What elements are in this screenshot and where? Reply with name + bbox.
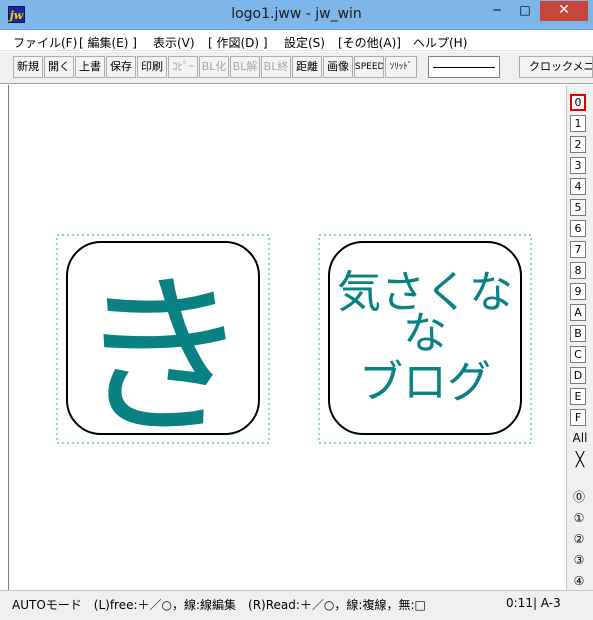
block-release-button[interactable]: BL解 xyxy=(230,56,260,78)
distance-button[interactable]: 距離 xyxy=(292,56,322,78)
clock-menu-button[interactable]: クロックメニ xyxy=(519,56,593,78)
layer-3-button[interactable]: 3 xyxy=(570,157,586,174)
status-scale[interactable]: 0:11| A-3 xyxy=(506,596,561,610)
left-logo-glyph: き xyxy=(76,257,251,460)
image-button[interactable]: 画像 xyxy=(323,56,353,78)
menu-other[interactable]: [その他(A)] xyxy=(338,34,401,51)
save-button[interactable]: 保存 xyxy=(106,56,136,78)
layer-c-button[interactable]: C xyxy=(570,346,586,363)
layer-a-button[interactable]: A xyxy=(570,304,586,321)
overwrite-button[interactable]: 上書 xyxy=(75,56,105,78)
group-1-button[interactable]: ① xyxy=(570,509,588,527)
line-type-preview[interactable] xyxy=(428,56,500,78)
layer-e-button[interactable]: E xyxy=(570,388,586,405)
block-create-button[interactable]: BL化 xyxy=(199,56,229,78)
menu-settings[interactable]: 設定(S) xyxy=(284,34,325,51)
layer-d-button[interactable]: D xyxy=(570,367,586,384)
layer-1-button[interactable]: 1 xyxy=(570,115,586,132)
close-button[interactable]: ✕ xyxy=(540,1,588,21)
layer-5-button[interactable]: 5 xyxy=(570,199,586,216)
layer-8-button[interactable]: 8 xyxy=(570,262,586,279)
print-button[interactable]: 印刷 xyxy=(137,56,167,78)
layer-f-button[interactable]: F xyxy=(570,409,586,426)
group-4-button[interactable]: ④ xyxy=(570,572,588,590)
menu-edit[interactable]: [ 編集(E) ] xyxy=(79,34,137,51)
layer-6-button[interactable]: 6 xyxy=(570,220,586,237)
layer-cross-icon[interactable]: ╳ xyxy=(568,453,592,470)
solid-button[interactable]: ｿﾘｯﾄﾞ xyxy=(385,56,417,78)
layer-4-button[interactable]: 4 xyxy=(570,178,586,195)
maximize-button[interactable]: □ xyxy=(512,1,538,21)
layer-bar: 0 1 2 3 4 5 6 7 8 9 A B C D E F All ╳ ⓪ … xyxy=(566,85,593,590)
open-button[interactable]: 開く xyxy=(44,56,74,78)
copy-button[interactable]: ｺﾋﾟｰ xyxy=(168,56,198,78)
layer-b-button[interactable]: B xyxy=(570,325,586,342)
layer-0-button[interactable]: 0 xyxy=(570,94,586,111)
right-logo-line-3: ブログ xyxy=(359,357,491,408)
status-message: AUTOモード (L)free:＋／○，線:線編集 (R)Read:＋／○，線:… xyxy=(12,598,426,612)
layer-7-button[interactable]: 7 xyxy=(570,241,586,258)
status-bar: AUTOモード (L)free:＋／○，線:線編集 (R)Read:＋／○，線:… xyxy=(0,590,593,620)
menu-help[interactable]: ヘルプ(H) xyxy=(413,34,467,51)
menu-draw[interactable]: [ 作図(D) ] xyxy=(208,34,268,51)
menu-view[interactable]: 表示(V) xyxy=(153,34,195,51)
layer-all-button[interactable]: All xyxy=(568,431,592,448)
speed-button[interactable]: SPEED xyxy=(354,56,384,78)
menu-file[interactable]: ファイル(F) xyxy=(13,34,77,51)
right-logo-line-2: な xyxy=(403,308,447,359)
block-end-button[interactable]: BL終 xyxy=(261,56,291,78)
title-bar: jw logo1.jww - jw_win ─ □ ✕ xyxy=(0,0,593,30)
group-0-button[interactable]: ⓪ xyxy=(570,488,588,506)
group-2-button[interactable]: ② xyxy=(570,530,588,548)
layer-2-button[interactable]: 2 xyxy=(570,136,586,153)
new-button[interactable]: 新規 xyxy=(13,56,43,78)
group-3-button[interactable]: ③ xyxy=(570,551,588,569)
toolbar: 新規 開く 上書 保存 印刷 ｺﾋﾟｰ BL化 BL解 BL終 距離 画像 SP… xyxy=(0,52,593,84)
minimize-button[interactable]: ─ xyxy=(484,1,510,21)
layer-9-button[interactable]: 9 xyxy=(570,283,586,300)
menu-bar: ファイル(F) [ 編集(E) ] 表示(V) [ 作図(D) ] 設定(S) … xyxy=(0,31,593,51)
drawing-canvas[interactable]: き 気さくな な ブログ xyxy=(8,85,566,590)
drawing-svg: き 気さくな な ブログ xyxy=(56,234,532,460)
